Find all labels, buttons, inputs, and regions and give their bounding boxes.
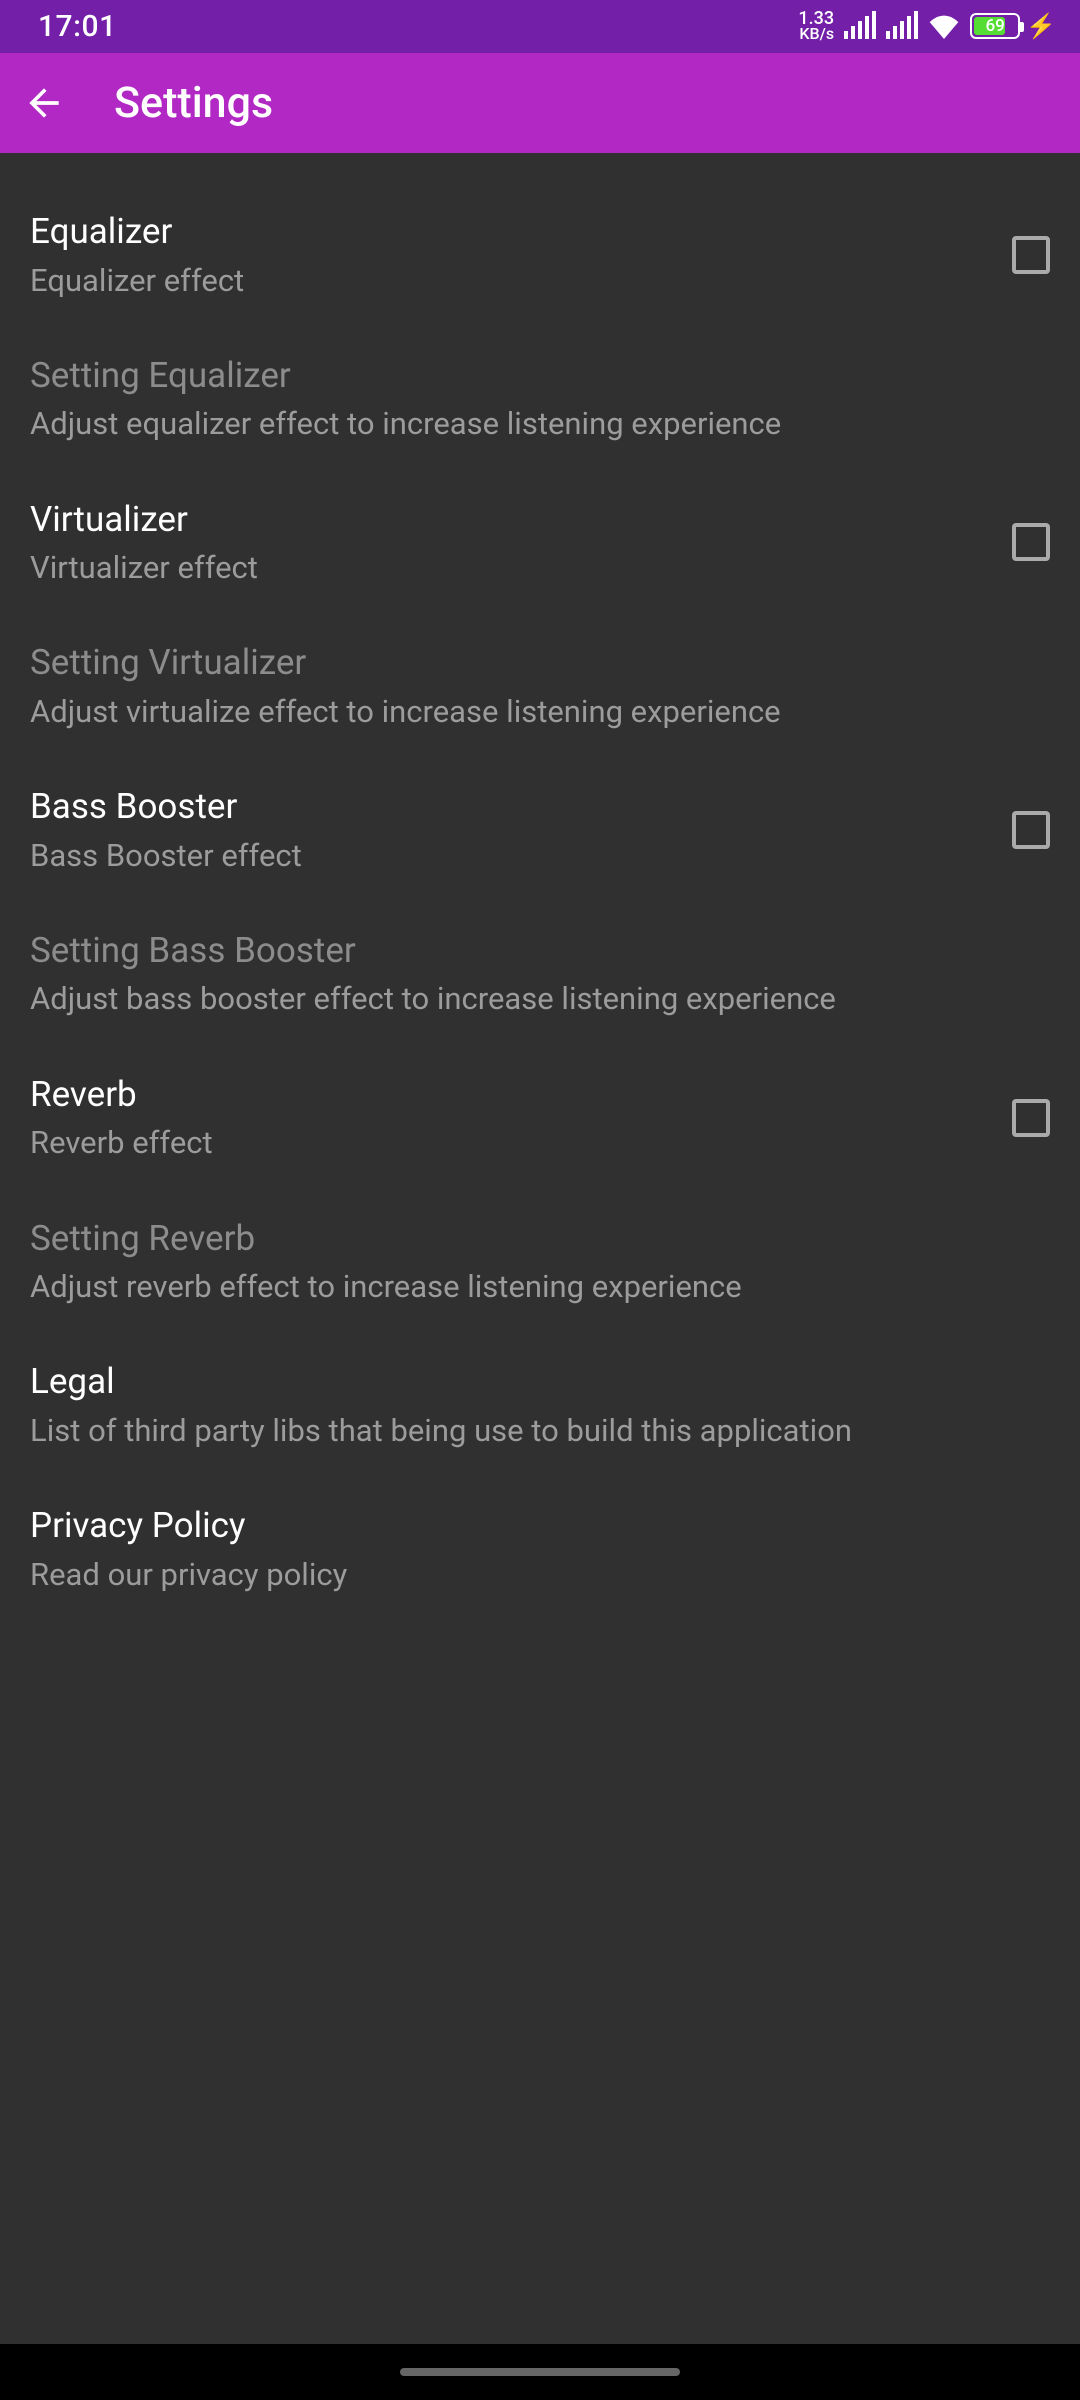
status-bar: 17:01 1.33 KB/s 69 ⚡ bbox=[0, 0, 1080, 53]
settings-item[interactable]: Privacy Policy Read our privacy policy bbox=[0, 1477, 1080, 1621]
settings-item-text: Privacy Policy Read our privacy policy bbox=[30, 1503, 1050, 1595]
settings-item-title: Setting Equalizer bbox=[30, 353, 1050, 399]
checkbox[interactable] bbox=[1012, 1099, 1050, 1137]
settings-item[interactable]: Equalizer Equalizer effect bbox=[0, 183, 1080, 327]
settings-item-text: Virtualizer Virtualizer effect bbox=[30, 497, 982, 589]
settings-item-subtitle: Bass Booster effect bbox=[30, 836, 982, 876]
signal-icon bbox=[886, 13, 918, 39]
app-bar: Settings bbox=[0, 53, 1080, 153]
nav-handle[interactable] bbox=[400, 2368, 680, 2376]
settings-item[interactable]: Setting Equalizer Adjust equalizer effect… bbox=[0, 327, 1080, 471]
settings-item-title: Legal bbox=[30, 1359, 1050, 1405]
settings-item-title: Virtualizer bbox=[30, 497, 982, 543]
settings-item-subtitle: Adjust bass booster effect to increase l… bbox=[30, 979, 1050, 1019]
checkbox[interactable] bbox=[1012, 236, 1050, 274]
settings-item-subtitle: Adjust virtualize effect to increase lis… bbox=[30, 692, 1050, 732]
settings-item-subtitle: Adjust reverb effect to increase listeni… bbox=[30, 1267, 1050, 1307]
settings-item-title: Reverb bbox=[30, 1072, 982, 1118]
settings-item[interactable]: Bass Booster Bass Booster effect bbox=[0, 758, 1080, 902]
settings-item[interactable]: Virtualizer Virtualizer effect bbox=[0, 471, 1080, 615]
settings-item[interactable]: Setting Reverb Adjust reverb effect to in… bbox=[0, 1190, 1080, 1334]
nav-bar bbox=[0, 2344, 1080, 2400]
settings-item-title: Setting Virtualizer bbox=[30, 640, 1050, 686]
settings-item-subtitle: Read our privacy policy bbox=[30, 1555, 1050, 1595]
page-title: Settings bbox=[114, 78, 273, 128]
checkbox[interactable] bbox=[1012, 523, 1050, 561]
settings-item-text: Setting Equalizer Adjust equalizer effect… bbox=[30, 353, 1050, 445]
signal-icon bbox=[844, 13, 876, 39]
settings-item-title: Setting Reverb bbox=[30, 1216, 1050, 1262]
settings-item-title: Privacy Policy bbox=[30, 1503, 1050, 1549]
settings-item-subtitle: List of third party libs that being use … bbox=[30, 1411, 1050, 1451]
settings-item-subtitle: Virtualizer effect bbox=[30, 548, 982, 588]
status-time: 17:01 bbox=[38, 9, 117, 44]
settings-item[interactable]: Reverb Reverb effect bbox=[0, 1046, 1080, 1190]
status-indicators: 1.33 KB/s 69 ⚡ bbox=[798, 11, 1056, 42]
settings-item[interactable]: Setting Bass Booster Adjust bass booster … bbox=[0, 902, 1080, 1046]
back-button[interactable] bbox=[22, 81, 66, 125]
settings-item-text: Setting Bass Booster Adjust bass booster … bbox=[30, 928, 1050, 1020]
settings-list: Equalizer Equalizer effect Setting Equaliz… bbox=[0, 153, 1080, 1621]
settings-item-title: Setting Bass Booster bbox=[30, 928, 1050, 974]
settings-item-text: Setting Virtualizer Adjust virtualize eff… bbox=[30, 640, 1050, 732]
settings-item-text: Legal List of third party libs that being… bbox=[30, 1359, 1050, 1451]
settings-item-text: Reverb Reverb effect bbox=[30, 1072, 982, 1164]
settings-item[interactable]: Setting Virtualizer Adjust virtualize eff… bbox=[0, 614, 1080, 758]
wifi-icon bbox=[928, 13, 960, 39]
settings-item-text: Equalizer Equalizer effect bbox=[30, 209, 982, 301]
settings-item-text: Setting Reverb Adjust reverb effect to in… bbox=[30, 1216, 1050, 1308]
battery-indicator: 69 ⚡ bbox=[970, 12, 1056, 40]
settings-item-subtitle: Adjust equalizer effect to increase list… bbox=[30, 404, 1050, 444]
checkbox[interactable] bbox=[1012, 811, 1050, 849]
settings-item-title: Bass Booster bbox=[30, 784, 982, 830]
settings-item-subtitle: Equalizer effect bbox=[30, 261, 982, 301]
network-speed: 1.33 KB/s bbox=[798, 11, 834, 42]
settings-item-title: Equalizer bbox=[30, 209, 982, 255]
settings-item-text: Bass Booster Bass Booster effect bbox=[30, 784, 982, 876]
settings-item[interactable]: Legal List of third party libs that being… bbox=[0, 1333, 1080, 1477]
settings-item-subtitle: Reverb effect bbox=[30, 1123, 982, 1163]
charging-icon: ⚡ bbox=[1026, 12, 1056, 40]
